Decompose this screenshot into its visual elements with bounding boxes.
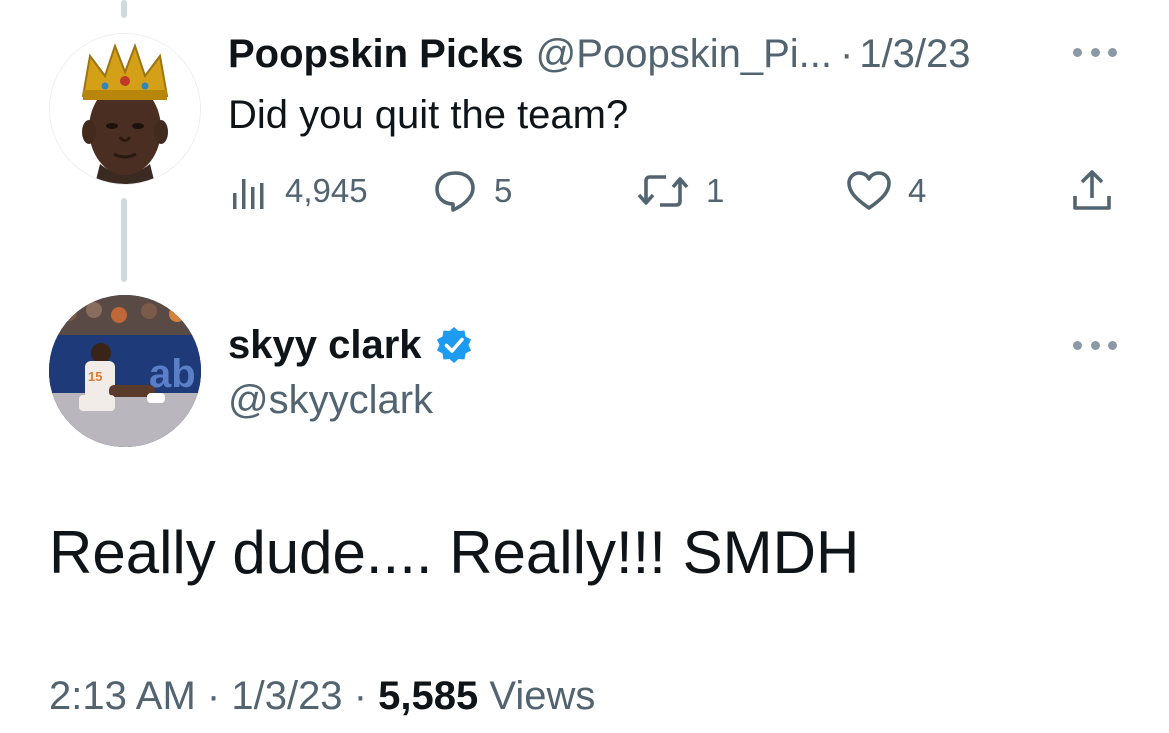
svg-text:ab: ab	[149, 352, 196, 396]
more-options-icon[interactable]	[1073, 46, 1117, 58]
views-button[interactable]: 4,945	[229, 165, 368, 217]
separator-dot: ·	[206, 674, 221, 718]
retweet-button[interactable]: 1	[636, 165, 724, 217]
tweet-metadata: 2:13 AM · 1/3/23 · 5,585 Views	[49, 670, 595, 722]
author-handle[interactable]: @skyyclark	[228, 375, 433, 425]
tweet-thread: Poopskin Picks @Poopskin_Pi... · 1/3/23 …	[0, 0, 1169, 733]
retweet-count: 1	[706, 172, 725, 209]
separator-dot: ·	[839, 32, 854, 76]
analytics-bars-icon	[233, 179, 264, 209]
verified-badge-icon[interactable]	[434, 325, 474, 365]
avatar[interactable]: ab 15	[49, 295, 201, 447]
author-name[interactable]: skyy clark	[228, 320, 422, 370]
views-count: 4,945	[285, 172, 368, 209]
crowned-person-avatar-icon	[50, 34, 200, 184]
share-button[interactable]	[1070, 165, 1114, 217]
basketball-player-avatar-icon: ab 15	[49, 295, 201, 447]
reply-button[interactable]: 5	[432, 165, 512, 217]
main-tweet-text: Really dude.... Really!!! SMDH	[49, 519, 860, 586]
tweet-time[interactable]: 2:13 AM	[49, 674, 196, 718]
reply-tweet-header: Poopskin Picks @Poopskin_Pi... · 1/3/23	[228, 30, 971, 78]
thread-connector-line	[121, 198, 127, 282]
avatar[interactable]	[49, 33, 201, 185]
speech-bubble-icon	[435, 171, 475, 212]
retweet-arrows-icon	[637, 175, 689, 207]
like-count: 4	[908, 172, 927, 209]
views-count[interactable]: 5,585	[378, 674, 478, 718]
share-upload-icon	[1073, 170, 1111, 210]
separator-dot: ·	[353, 674, 368, 718]
author-name[interactable]: Poopskin Picks	[228, 30, 524, 78]
tweet-date[interactable]: 1/3/23	[859, 30, 970, 78]
more-options-icon[interactable]	[1073, 339, 1117, 351]
main-tweet-header: skyy clark	[228, 320, 474, 370]
heart-icon	[847, 171, 891, 210]
reply-count: 5	[494, 172, 513, 209]
tweet-date[interactable]: 1/3/23	[231, 674, 342, 718]
reply-tweet-text: Did you quit the team?	[228, 93, 629, 137]
thread-connector-line	[121, 0, 127, 18]
views-label: Views	[489, 674, 596, 718]
svg-text:15: 15	[88, 369, 102, 384]
author-handle[interactable]: @Poopskin_Pi...	[536, 30, 832, 78]
like-button[interactable]: 4	[846, 165, 926, 217]
